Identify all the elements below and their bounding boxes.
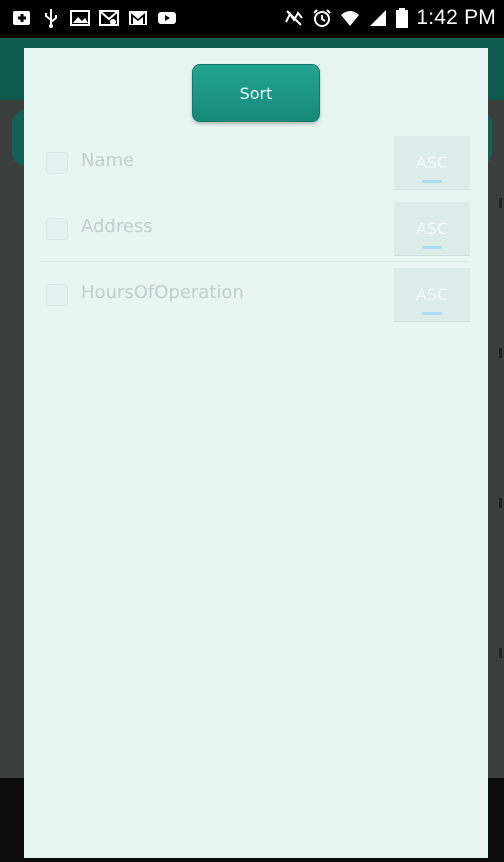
hours-checkbox[interactable] (46, 284, 68, 306)
address-checkbox[interactable] (46, 218, 68, 240)
clock: 1:42 PM (416, 6, 496, 29)
usb-icon (45, 9, 57, 28)
alarm-icon (313, 9, 332, 27)
sort-row-name[interactable]: Name ASC (24, 132, 488, 192)
image-icon (70, 10, 90, 26)
sort-dialog: Sort Name ASC Address ASC HoursOfOperati… (24, 48, 488, 858)
wifi-icon (341, 11, 360, 26)
sort-row-hours[interactable]: HoursOfOperation ASC (24, 264, 488, 324)
mute-icon (285, 10, 304, 26)
order-label: ASC (415, 219, 449, 238)
scroll-marker (499, 498, 502, 508)
sort-button[interactable]: Sort (192, 64, 320, 122)
status-bar: 1:42 PM (0, 0, 504, 38)
toggle-indicator (422, 180, 442, 183)
order-label: ASC (415, 153, 449, 172)
add-icon (13, 11, 30, 25)
sort-row-address[interactable]: Address ASC (24, 198, 488, 262)
name-order-toggle[interactable]: ASC (394, 136, 470, 190)
scroll-marker (499, 648, 502, 658)
scroll-marker (499, 198, 502, 208)
order-label: ASC (415, 285, 449, 304)
system-icons: 1:42 PM (284, 6, 496, 30)
battery-icon (396, 8, 409, 28)
voicemail-icon (99, 10, 119, 26)
signal-icon (370, 10, 387, 26)
toggle-indicator (422, 312, 442, 315)
toggle-indicator (422, 246, 442, 249)
hours-order-toggle[interactable]: ASC (394, 268, 470, 322)
row-divider (40, 261, 468, 262)
sort-row-label: Address (81, 216, 153, 237)
youtube-icon (158, 12, 176, 24)
sort-row-label: Name (81, 150, 135, 171)
gmail-icon (129, 11, 147, 25)
notification-icons (12, 8, 177, 28)
scroll-marker (499, 348, 502, 358)
address-order-toggle[interactable]: ASC (394, 202, 470, 256)
name-checkbox[interactable] (46, 152, 68, 174)
sort-row-label: HoursOfOperation (81, 282, 244, 303)
